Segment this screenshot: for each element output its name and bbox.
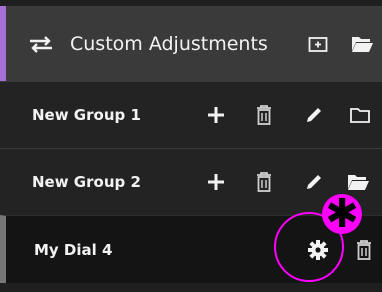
- open-folder-icon[interactable]: [350, 32, 374, 56]
- gear-icon[interactable]: [306, 238, 330, 262]
- highlight-asterisk-badge: ✱: [322, 194, 362, 234]
- swap-arrows-icon[interactable]: [28, 32, 54, 56]
- asterisk-icon: ✱: [325, 191, 359, 237]
- custom-adjustments-header: Custom Adjustments: [0, 6, 382, 81]
- plus-icon[interactable]: [204, 103, 228, 127]
- custom-adjustments-title: Custom Adjustments: [70, 32, 268, 55]
- folder-icon[interactable]: [348, 103, 372, 127]
- plus-icon[interactable]: [204, 170, 228, 194]
- add-folder-icon[interactable]: [306, 32, 330, 56]
- trash-icon[interactable]: [252, 170, 276, 194]
- pencil-icon[interactable]: [302, 170, 326, 194]
- group-row-1[interactable]: New Group 1: [0, 81, 382, 148]
- dial-label: My Dial 4: [34, 240, 113, 259]
- trash-icon[interactable]: [252, 103, 276, 127]
- trash-icon[interactable]: [352, 238, 376, 262]
- group-label-2: New Group 2: [32, 173, 141, 191]
- pencil-icon[interactable]: [302, 103, 326, 127]
- custom-adjustments-panel: Custom Adjustments New Group 1 New Group…: [0, 0, 382, 292]
- group-label-1: New Group 1: [32, 106, 141, 124]
